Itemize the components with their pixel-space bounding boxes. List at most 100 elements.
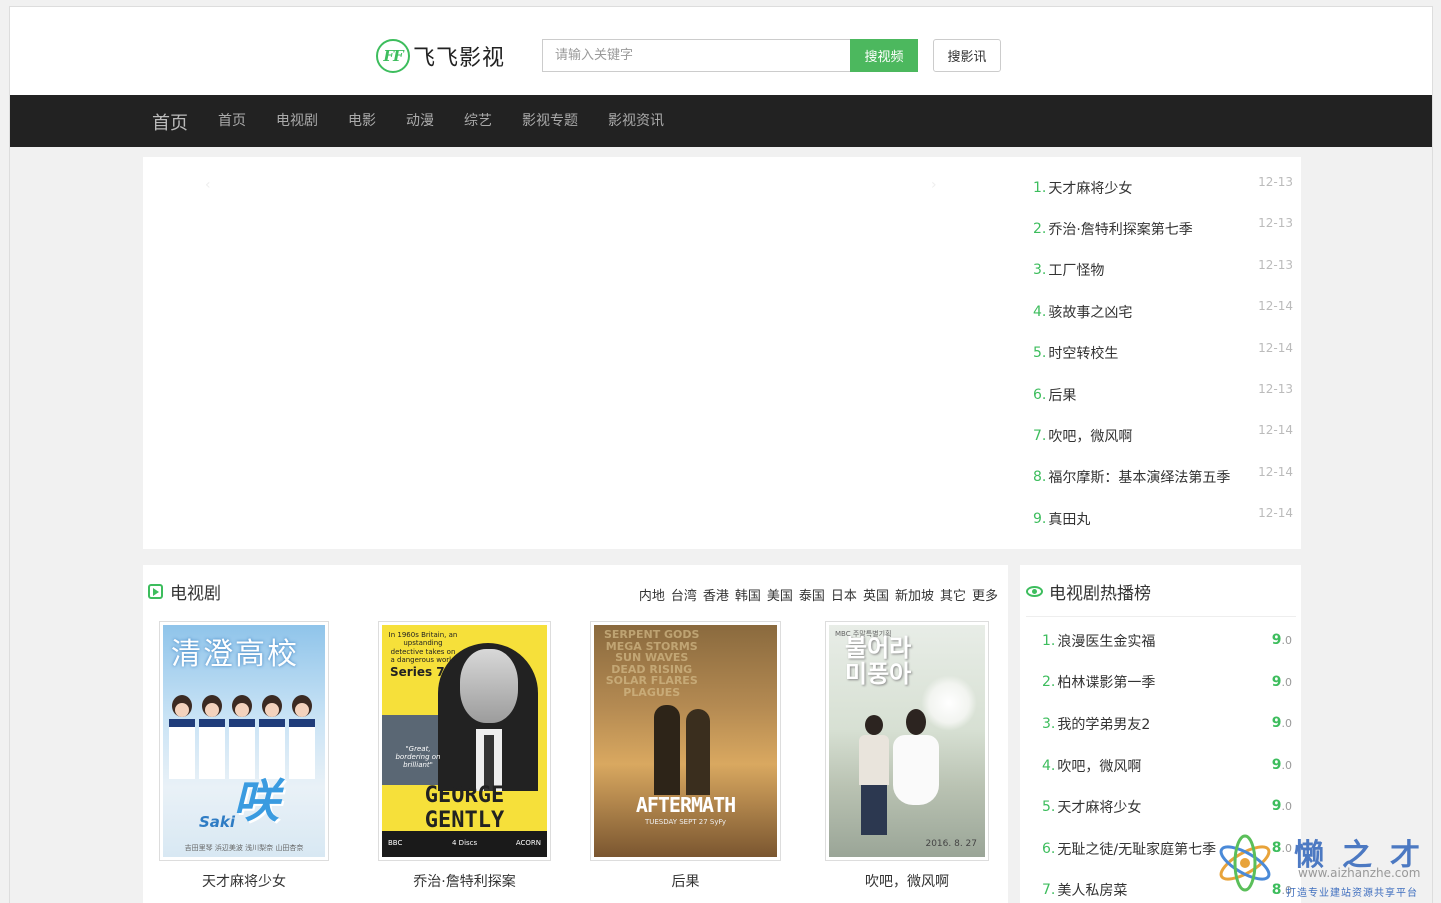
hot-item[interactable]: 2. 柏林谍影第一季 9.0 — [1042, 662, 1292, 704]
latest-title[interactable]: 吹吧，微风啊 — [1048, 426, 1132, 446]
hot-item[interactable]: 3. 我的学弟男友2 9.0 — [1042, 703, 1292, 745]
poster-date: 2016. 8. 27 — [925, 839, 977, 849]
tv-section: 电视剧 内地 台湾 香港 韩国 美国 泰国 日本 英国 新加坡 其它 更多 清澄… — [143, 565, 1008, 903]
movie-card[interactable]: MBC 주말특별기획 불어라 미풍아 2016. 8. 27 吹吧，微风啊 — [825, 621, 989, 891]
latest-title[interactable]: 真田丸 — [1048, 509, 1090, 529]
hot-name[interactable]: 无耻之徒/无耻家庭第七季 — [1057, 839, 1216, 859]
movie-title[interactable]: 天才麻将少女 — [159, 871, 329, 891]
hot-name[interactable]: 浪漫医生金实福 — [1057, 631, 1155, 651]
search-video-button[interactable]: 搜视频 — [850, 39, 918, 72]
movie-poster[interactable]: In 1960s Britain, an upstanding detectiv… — [378, 621, 551, 861]
region-link[interactable]: 其它 — [940, 585, 966, 604]
latest-date: 12-13 — [1258, 175, 1293, 189]
hot-num: 5. — [1042, 799, 1056, 816]
latest-list: 1. 天才麻将少女 12-13 2. 乔治·詹特利探案第七季 12-13 3. 工厂怪物 1… — [1033, 167, 1293, 540]
latest-item[interactable]: 8. 福尔摩斯：基本演绎法第五季 12-14 — [1033, 457, 1293, 498]
slider-prev-button[interactable]: ‹ — [205, 177, 211, 193]
poster-foot-right: ACORN — [515, 839, 541, 847]
latest-item[interactable]: 5. 时空转校生 12-14 — [1033, 333, 1293, 374]
hot-score: 9.0 — [1271, 756, 1292, 773]
latest-date: 12-14 — [1258, 299, 1293, 314]
site-logo[interactable]: FF 飞飞影视 — [376, 38, 505, 74]
poster-footer: BBC 4 Discs ACORN — [382, 831, 547, 857]
poster-figures — [654, 705, 724, 795]
movie-poster[interactable]: MBC 주말특별기획 불어라 미풍아 2016. 8. 27 — [825, 621, 989, 861]
movie-poster[interactable]: 清澄高校 咲 Saki 吉田里琴 浜辺美波 浅川梨奈 山田杏奈 — [159, 621, 329, 861]
latest-title[interactable]: 天才麻将少女 — [1048, 178, 1132, 198]
search-news-button[interactable]: 搜影讯 — [933, 39, 1001, 72]
region-link[interactable]: 韩国 — [735, 585, 761, 604]
latest-title[interactable]: 后果 — [1048, 385, 1076, 405]
latest-item[interactable]: 9. 真田丸 12-14 — [1033, 498, 1293, 539]
nav-item-variety[interactable]: 综艺 — [464, 95, 507, 147]
watermark-sub: 打造专业建站资源共享平台 — [1286, 888, 1418, 899]
latest-item[interactable]: 4. 骇故事之凶宅 12-14 — [1033, 291, 1293, 332]
region-link[interactable]: 泰国 — [799, 585, 825, 604]
region-link[interactable]: 台湾 — [671, 585, 697, 604]
hot-item[interactable]: 4. 吹吧，微风啊 9.0 — [1042, 745, 1292, 787]
main-nav: 首页 首页 电视剧 电影 动漫 综艺 影视专题 影视资讯 — [10, 95, 1432, 147]
latest-title[interactable]: 骇故事之凶宅 — [1048, 302, 1132, 322]
hot-name[interactable]: 我的学弟男友2 — [1057, 714, 1150, 734]
poster-words: SERPENT GODS MEGA STORMS SUN WAVES DEAD … — [604, 628, 700, 699]
latest-date: 12-13 — [1258, 257, 1293, 272]
nav-item-news[interactable]: 影视资讯 — [608, 95, 679, 147]
region-link[interactable]: 英国 — [863, 585, 889, 604]
poster-figure — [859, 715, 889, 835]
nav-item-tv[interactable]: 电视剧 — [276, 95, 333, 147]
search-input[interactable] — [542, 39, 851, 72]
more-link[interactable]: 更多 — [972, 585, 998, 604]
tv-section-title[interactable]: 电视剧 — [170, 579, 221, 604]
poster-logo-sub: Saki — [199, 813, 236, 831]
hot-name[interactable]: 吹吧，微风啊 — [1057, 756, 1141, 776]
region-link[interactable]: 香港 — [703, 585, 729, 604]
latest-title[interactable]: 工厂怪物 — [1048, 260, 1104, 280]
movie-title[interactable]: 后果 — [590, 871, 781, 891]
hot-name[interactable]: 美人私房菜 — [1057, 880, 1127, 900]
region-link[interactable]: 内地 — [639, 585, 665, 604]
nav-brand[interactable]: 首页 — [152, 109, 188, 135]
watermark-star-icon — [1219, 834, 1271, 892]
nav-item-anime[interactable]: 动漫 — [406, 95, 449, 147]
hot-item[interactable]: 1. 浪漫医生金实福 9.0 — [1042, 620, 1292, 662]
nav-item-home[interactable]: 首页 — [218, 95, 261, 147]
hot-num: 6. — [1042, 840, 1056, 857]
poster-credits: 吉田里琴 浜辺美波 浅川梨奈 山田杏奈 — [184, 844, 304, 852]
poster-series: Series 7 — [390, 665, 445, 679]
movie-card[interactable]: In 1960s Britain, an upstanding detectiv… — [378, 621, 551, 891]
movie-title[interactable]: 吹吧，微风啊 — [825, 871, 989, 891]
latest-item[interactable]: 7. 吹吧，微风啊 12-14 — [1033, 415, 1293, 456]
region-link[interactable]: 新加坡 — [895, 585, 934, 604]
hot-name[interactable]: 柏林谍影第一季 — [1057, 672, 1155, 692]
nav-item-special[interactable]: 影视专题 — [522, 95, 593, 147]
latest-title[interactable]: 乔治·詹特利探案第七季 — [1048, 219, 1192, 239]
latest-date: 12-13 — [1258, 216, 1293, 231]
hot-num: 2. — [1042, 674, 1056, 691]
site-name: 飞飞影视 — [413, 46, 506, 71]
watermark: 懒之才 www.aizhanzhe.com 打造专业建站资源共享平台 — [1210, 826, 1441, 903]
latest-title[interactable]: 时空转校生 — [1048, 343, 1118, 363]
latest-date: 12-14 — [1258, 340, 1293, 355]
latest-item[interactable]: 3. 工厂怪物 12-13 — [1033, 250, 1293, 291]
eye-icon — [1026, 586, 1043, 597]
nav-items: 首页 电视剧 电影 动漫 综艺 影视专题 影视资讯 — [218, 95, 694, 147]
movie-title[interactable]: 乔治·詹特利探案 — [378, 871, 551, 891]
latest-title[interactable]: 福尔摩斯：基本演绎法第五季 — [1048, 467, 1230, 487]
latest-item[interactable]: 6. 后果 12-13 — [1033, 374, 1293, 415]
slider-next-button[interactable]: › — [931, 177, 937, 193]
region-link[interactable]: 日本 — [831, 585, 857, 604]
watermark-url: www.aizhanzhe.com — [1298, 866, 1421, 880]
region-link[interactable]: 美国 — [767, 585, 793, 604]
latest-num: 9. — [1033, 510, 1047, 527]
poster-art: MBC 주말특별기획 불어라 미풍아 2016. 8. 27 — [829, 625, 985, 857]
movie-poster[interactable]: SERPENT GODS MEGA STORMS SUN WAVES DEAD … — [590, 621, 781, 861]
hot-name[interactable]: 天才麻将少女 — [1057, 797, 1141, 817]
latest-item[interactable]: 2. 乔治·詹特利探案第七季 12-13 — [1033, 208, 1293, 249]
movie-grid: 清澄高校 咲 Saki 吉田里琴 浜辺美波 浅川梨奈 山田杏奈 天才麻将少女 I… — [143, 621, 1008, 903]
latest-item[interactable]: 1. 天才麻将少女 12-13 — [1033, 167, 1293, 208]
hot-item[interactable]: 5. 天才麻将少女 9.0 — [1042, 786, 1292, 828]
movie-card[interactable]: 清澄高校 咲 Saki 吉田里琴 浜辺美波 浅川梨奈 山田杏奈 天才麻将少女 — [159, 621, 329, 891]
hot-ranking-title: 电视剧热播榜 — [1049, 584, 1151, 604]
nav-item-movie[interactable]: 电影 — [348, 95, 391, 147]
movie-card[interactable]: SERPENT GODS MEGA STORMS SUN WAVES DEAD … — [590, 621, 781, 891]
